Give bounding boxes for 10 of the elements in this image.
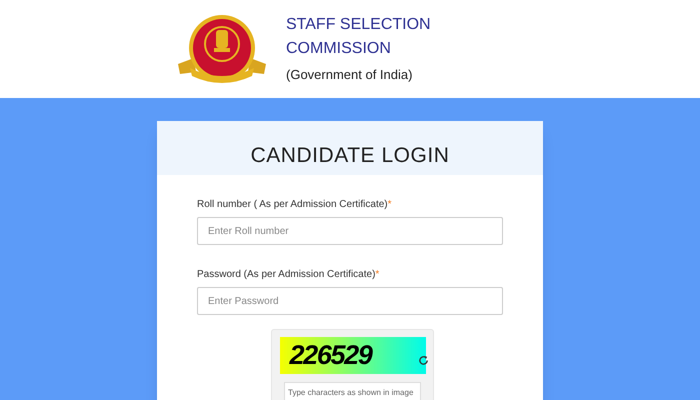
- field-label: Password (As per Admission Certificate)*: [197, 268, 380, 282]
- refresh-icon[interactable]: [418, 355, 429, 366]
- commission-title: STAFF SELECTION COMMISSION: [286, 15, 432, 60]
- commission-subtitle: (Government of India): [286, 66, 414, 84]
- field-label: Roll number ( As per Admission Certificate)*: [197, 198, 393, 212]
- captcha-input-field[interactable]: Type characters as shown in image: [284, 382, 421, 400]
- input-field[interactable]: Enter Roll number: [197, 217, 503, 245]
- input-field[interactable]: Enter Password: [197, 287, 503, 315]
- login-title: CANDIDATE LOGIN: [250, 142, 450, 168]
- captcha-image: 226529: [280, 337, 426, 374]
